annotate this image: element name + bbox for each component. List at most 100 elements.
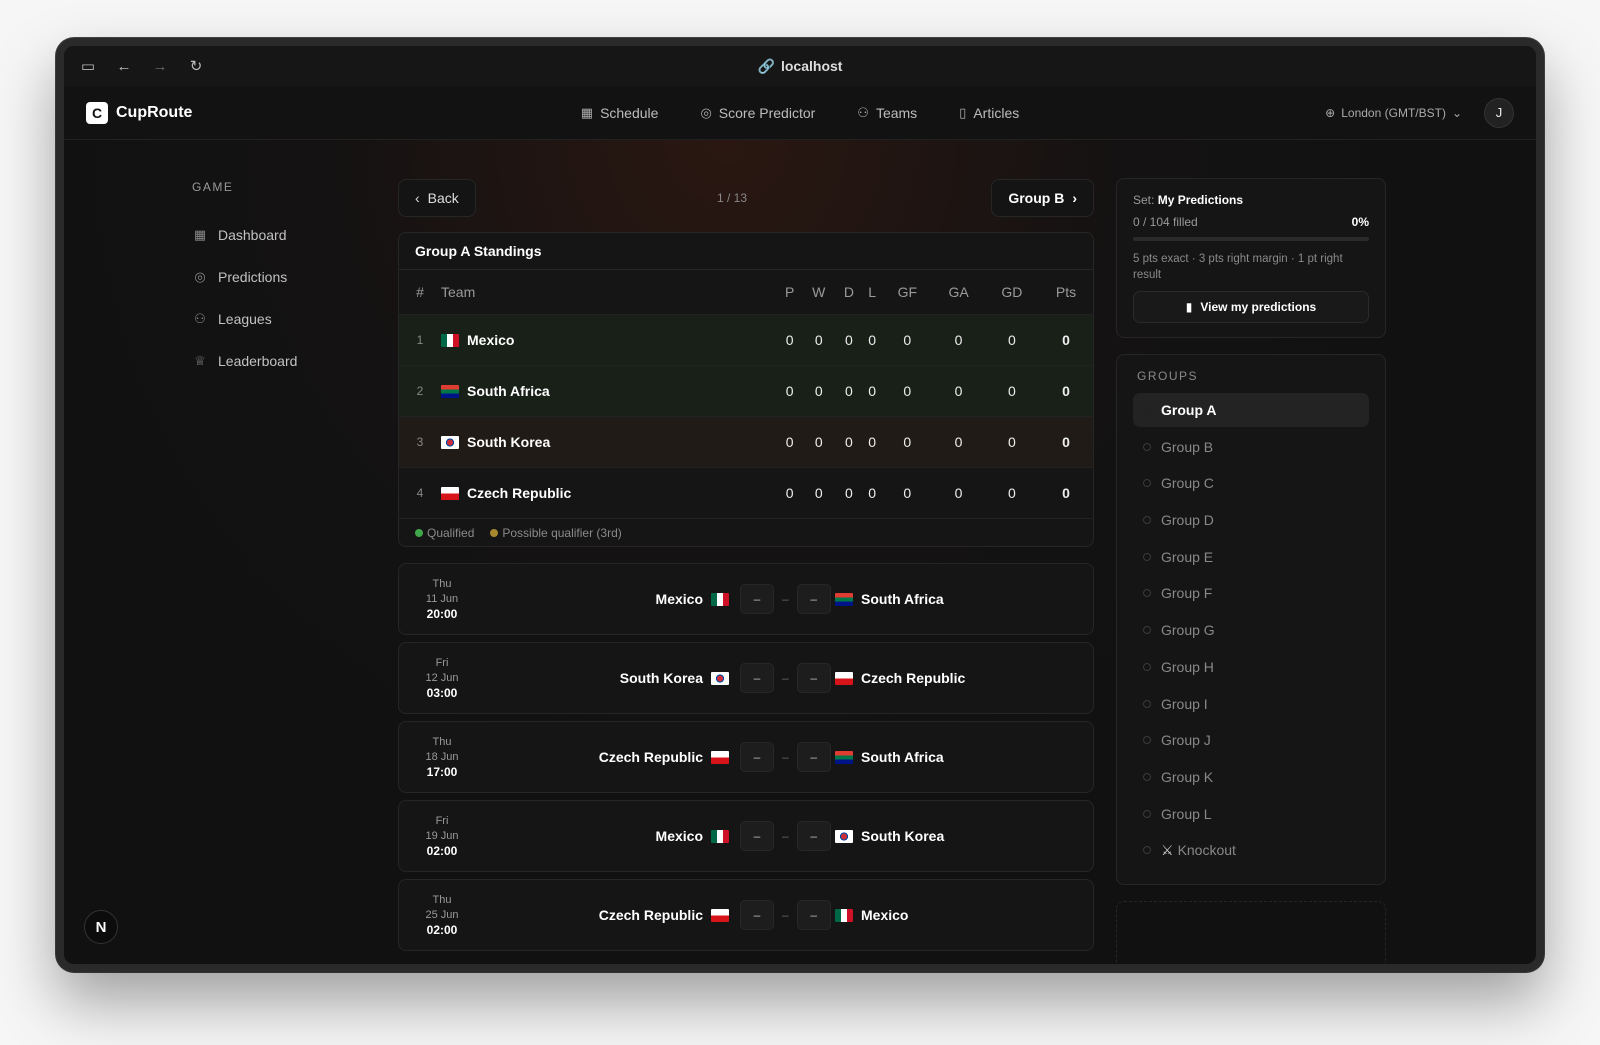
stat-ga: 0: [932, 415, 985, 467]
sidebar-item-label: Leagues: [218, 311, 272, 327]
reload-icon[interactable]: ↻: [186, 56, 206, 76]
match-date-text: 12 Jun: [425, 671, 459, 684]
table-row[interactable]: 3 South Korea 0 0 0 0 0 0 0 0: [399, 415, 1093, 467]
table-header-row: # Team P W D L GF GA GD Pts: [399, 270, 1093, 314]
match-card[interactable]: Fri 19 Jun 02:00 Mexico – – – South Korea: [398, 800, 1094, 872]
row-rank: 4: [399, 466, 441, 518]
set-name: My Predictions: [1157, 193, 1244, 207]
group-label: Group F: [1161, 585, 1213, 602]
sidebar-item-dashboard[interactable]: ▦ Dashboard: [192, 214, 372, 256]
nav-schedule[interactable]: ▦ Schedule: [581, 105, 659, 121]
away-score-input[interactable]: –: [796, 900, 831, 930]
stat-drawn: 0: [835, 466, 863, 518]
group-item-k[interactable]: Group K: [1133, 760, 1369, 794]
group-label: Knockout: [1177, 842, 1236, 859]
away-score-input[interactable]: –: [796, 663, 831, 693]
nav-label: Score Predictor: [718, 104, 816, 121]
status-dot-icon: [1143, 626, 1151, 635]
app-name: CupRoute: [116, 103, 193, 121]
timezone-selector[interactable]: ⊕ London (GMT/BST) ⌄: [1325, 106, 1462, 120]
table-row[interactable]: 1 Mexico 0 0 0 0 0 0 0 0: [399, 313, 1093, 365]
table-row[interactable]: 2 South Africa 0 0 0 0 0 0 0 0: [399, 364, 1093, 416]
stat-ga: 0: [932, 364, 985, 416]
nextjs-devtools-badge[interactable]: N: [84, 910, 118, 944]
group-label: Group H: [1161, 658, 1214, 675]
nav-score-predictor[interactable]: ◎ Score Predictor: [700, 105, 815, 121]
nav-label: Schedule: [600, 104, 659, 121]
match-card[interactable]: Thu 18 Jun 17:00 Czech Republic – – – South …: [398, 721, 1094, 793]
away-score-input[interactable]: –: [796, 742, 831, 772]
forward-arrow-icon[interactable]: →: [150, 56, 170, 76]
table-row[interactable]: 4 Czech Republic 0 0 0 0 0 0 0 0: [399, 466, 1093, 518]
chevron-down-icon: ⌄: [1451, 105, 1462, 120]
sidebar-item-predictions[interactable]: ◎ Predictions: [192, 256, 372, 298]
match-card[interactable]: Thu 25 Jun 02:00 Czech Republic – – – Mexico: [398, 879, 1094, 951]
sidebar-toggle-icon[interactable]: ▭: [78, 56, 98, 76]
progress-bar: [1133, 237, 1369, 241]
group-item-a[interactable]: Group A: [1133, 393, 1369, 427]
group-item-j[interactable]: Group J: [1133, 723, 1369, 757]
stat-played: 0: [777, 313, 802, 365]
score-inputs: – – –: [740, 663, 831, 693]
group-item-i[interactable]: Group I: [1133, 687, 1369, 721]
home-score-input[interactable]: –: [740, 821, 774, 851]
col-rank: #: [416, 283, 424, 300]
group-item-f[interactable]: Group F: [1133, 576, 1369, 610]
possible-dot-icon: [490, 528, 499, 537]
match-day: Thu: [432, 893, 452, 906]
sidebar-item-leaderboard[interactable]: ♕ Leaderboard: [192, 340, 372, 382]
score-inputs: – – –: [740, 821, 831, 851]
nav-articles[interactable]: ▯ Articles: [959, 105, 1019, 121]
home-score-input[interactable]: –: [740, 900, 774, 930]
home-team-name: Czech Republic: [598, 749, 703, 765]
match-day: Fri: [435, 814, 449, 827]
group-item-b[interactable]: Group B: [1133, 430, 1369, 464]
sidebar-item-leagues[interactable]: ⚇ Leagues: [192, 298, 372, 340]
status-dot-icon: [1143, 589, 1151, 598]
group-item-e[interactable]: Group E: [1133, 540, 1369, 574]
mexico-flag-icon: [711, 829, 729, 843]
match-date-text: 25 Jun: [425, 908, 459, 921]
match-card[interactable]: Fri 12 Jun 03:00 South Korea – – – Czech Rep…: [398, 642, 1094, 714]
home-score-input[interactable]: –: [740, 584, 774, 614]
stat-gf: 0: [882, 466, 933, 518]
czech-flag-icon: [711, 750, 729, 764]
group-label: Group B: [1161, 438, 1214, 455]
home-team: Czech Republic: [599, 907, 729, 923]
row-team: South Africa: [441, 364, 778, 416]
col-lost: L: [868, 283, 876, 300]
group-item-g[interactable]: Group G: [1133, 613, 1369, 647]
game-sidebar: GAME ▦ Dashboard ◎ Predictions ⚇ Leagues ♕ L…: [192, 180, 372, 382]
match-date: Thu 25 Jun 02:00: [399, 893, 485, 938]
group-item-l[interactable]: Group L: [1133, 797, 1369, 831]
home-score-input[interactable]: –: [740, 663, 774, 693]
south-africa-flag-icon: [835, 592, 853, 606]
match-day: Thu: [432, 735, 452, 748]
group-item-d[interactable]: Group D: [1133, 503, 1369, 537]
group-label: Group I: [1161, 695, 1208, 712]
back-button[interactable]: ‹ Back: [398, 179, 476, 217]
group-item-knockout[interactable]: ⚔ Knockout: [1133, 833, 1369, 867]
match-card[interactable]: Thu 11 Jun 20:00 Mexico – – – South Africa: [398, 563, 1094, 635]
user-avatar[interactable]: J: [1484, 97, 1514, 128]
app-logo[interactable]: C CupRoute: [86, 101, 193, 124]
stat-lost: 0: [862, 364, 883, 416]
view-predictions-button[interactable]: ▮ View my predictions: [1133, 291, 1369, 323]
away-score-input[interactable]: –: [796, 584, 831, 614]
status-dot-icon: [1143, 809, 1151, 818]
away-score-input[interactable]: –: [796, 821, 831, 851]
group-item-h[interactable]: Group H: [1133, 650, 1369, 684]
away-team: South Korea: [835, 828, 944, 844]
home-score-input[interactable]: –: [740, 742, 774, 772]
address-bar[interactable]: 🔗 localhost: [758, 58, 843, 75]
match-date-text: 18 Jun: [425, 750, 459, 763]
group-item-c[interactable]: Group C: [1133, 466, 1369, 500]
legend-label: Possible qualifier (3rd): [502, 525, 622, 540]
nav-teams[interactable]: ⚇ Teams: [857, 105, 917, 121]
main-column: ‹ Back 1 / 13 Group B › Group A Standings …: [398, 178, 1094, 951]
match-date: Fri 12 Jun 03:00: [399, 656, 485, 701]
next-group-button[interactable]: Group B ›: [991, 179, 1094, 217]
away-team: South Africa: [835, 591, 944, 607]
back-arrow-icon[interactable]: ←: [114, 56, 134, 76]
czech-flag-icon: [441, 486, 459, 500]
